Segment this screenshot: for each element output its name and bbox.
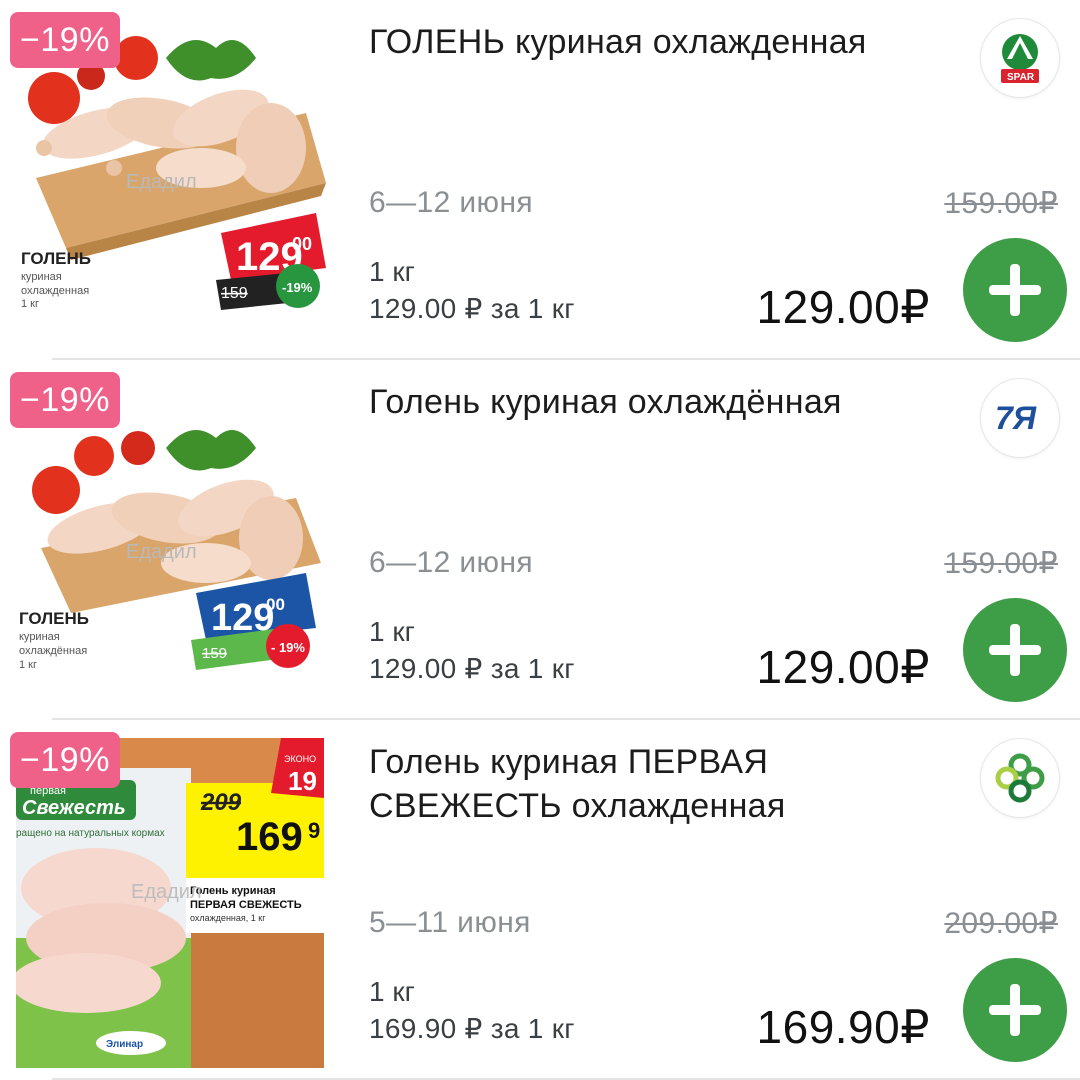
old-price: 159.00₽ xyxy=(944,187,1058,220)
plus-icon xyxy=(1010,984,1020,1036)
7ya-logo-icon: 7Я xyxy=(995,400,1037,436)
watermark-text: Едадил xyxy=(126,541,197,563)
add-to-list-button[interactable] xyxy=(963,958,1067,1062)
tag-desc-line: Голень куриная xyxy=(190,885,276,897)
image-caption-line: охлажденная xyxy=(21,285,89,297)
validity-dates: 6—12 июня xyxy=(369,546,534,579)
image-caption-line: куриная xyxy=(19,631,60,643)
product-title[interactable]: ГОЛЕНЬ куриная охлажденная xyxy=(369,20,929,64)
image-caption-line: охлаждённая xyxy=(19,645,87,657)
tag-econ-text: ЭКОНО xyxy=(284,754,316,764)
current-price: 129.00₽ xyxy=(756,281,930,333)
product-card[interactable]: Едадил 129 00 159 - 19% ГОЛЕНЬ куриная о… xyxy=(0,360,1080,720)
product-title[interactable]: Голень куриная ПЕРВАЯ СВЕЖЕСТЬ охлажденн… xyxy=(369,740,929,828)
tag-old-price-text: 159 xyxy=(202,645,227,662)
product-title[interactable]: Голень куриная охлаждённая xyxy=(369,380,929,424)
plus-icon xyxy=(1010,264,1020,316)
tag-price-text: 129 xyxy=(211,597,274,639)
product-card[interactable]: Едадил 129 00 159 -19% ГОЛЕНЬ куриная ох… xyxy=(0,0,1080,360)
tag-discount-text: - 19% xyxy=(271,640,305,655)
tag-econ-pct-text: 19 xyxy=(288,766,317,796)
unit-amount: 1 кг xyxy=(369,616,415,647)
old-price: 159.00₽ xyxy=(944,547,1058,580)
store-logo[interactable]: SPAR xyxy=(980,18,1060,98)
tag-price-frac-text: 00 xyxy=(266,595,285,614)
image-caption-line: куриная xyxy=(21,271,62,283)
tag-discount-text: -19% xyxy=(282,280,313,295)
tag-price-frac-text: 00 xyxy=(292,234,312,254)
discount-badge: −19% xyxy=(10,372,120,428)
add-to-list-button[interactable] xyxy=(963,598,1067,702)
plus-icon xyxy=(1010,624,1020,676)
tag-old-price-text: 159 xyxy=(221,285,248,302)
spar-logo-icon: SPAR xyxy=(1001,34,1039,83)
image-caption-line: 1 кг xyxy=(19,659,37,671)
tag-old-price-text: 209 xyxy=(200,789,242,816)
perekrestok-logo-icon xyxy=(995,753,1045,803)
store-logo[interactable] xyxy=(980,738,1060,818)
validity-dates: 6—12 июня xyxy=(369,186,534,219)
current-price: 169.90₽ xyxy=(756,1001,930,1053)
image-caption: ГОЛЕНЬ xyxy=(21,249,91,268)
unit-price: 129.00 ₽ за 1 кг xyxy=(369,293,575,324)
tag-price-text: 169 xyxy=(236,815,303,859)
validity-dates: 5—11 июня xyxy=(369,906,531,939)
add-to-list-button[interactable] xyxy=(963,238,1067,342)
spar-logo-text: SPAR xyxy=(1007,72,1035,83)
unit-price: 169.90 ₽ за 1 кг xyxy=(369,1013,575,1044)
watermark-text: Едадил xyxy=(131,881,202,903)
image-caption-line: 1 кг xyxy=(21,298,39,310)
tag-desc-line: охлажденная, 1 кг xyxy=(190,913,266,923)
current-price: 129.00₽ xyxy=(756,641,930,693)
unit-amount: 1 кг xyxy=(369,256,415,287)
image-caption: ГОЛЕНЬ xyxy=(19,609,89,628)
tag-desc-line: ПЕРВАЯ СВЕЖЕСТЬ xyxy=(190,899,302,911)
unit-price: 129.00 ₽ за 1 кг xyxy=(369,653,575,684)
product-list: Едадил 129 00 159 -19% ГОЛЕНЬ куриная ох… xyxy=(0,0,1080,1080)
product-card[interactable]: первая Свежесть ращено на натуральных ко… xyxy=(0,720,1080,1080)
maker-text: Элинар xyxy=(106,1039,143,1050)
7ya-logo-text: 7Я xyxy=(995,400,1037,436)
watermark-text: Едадил xyxy=(126,171,197,193)
old-price: 209.00₽ xyxy=(944,907,1058,940)
store-logo[interactable]: 7Я xyxy=(980,378,1060,458)
brand-text: Свежесть xyxy=(22,797,126,819)
tag-price-frac-text: 9 xyxy=(308,818,320,843)
brand-strip-text: ращено на натуральных кормах xyxy=(16,828,165,839)
discount-badge: −19% xyxy=(10,732,120,788)
discount-badge: −19% xyxy=(10,12,120,68)
unit-amount: 1 кг xyxy=(369,976,415,1007)
